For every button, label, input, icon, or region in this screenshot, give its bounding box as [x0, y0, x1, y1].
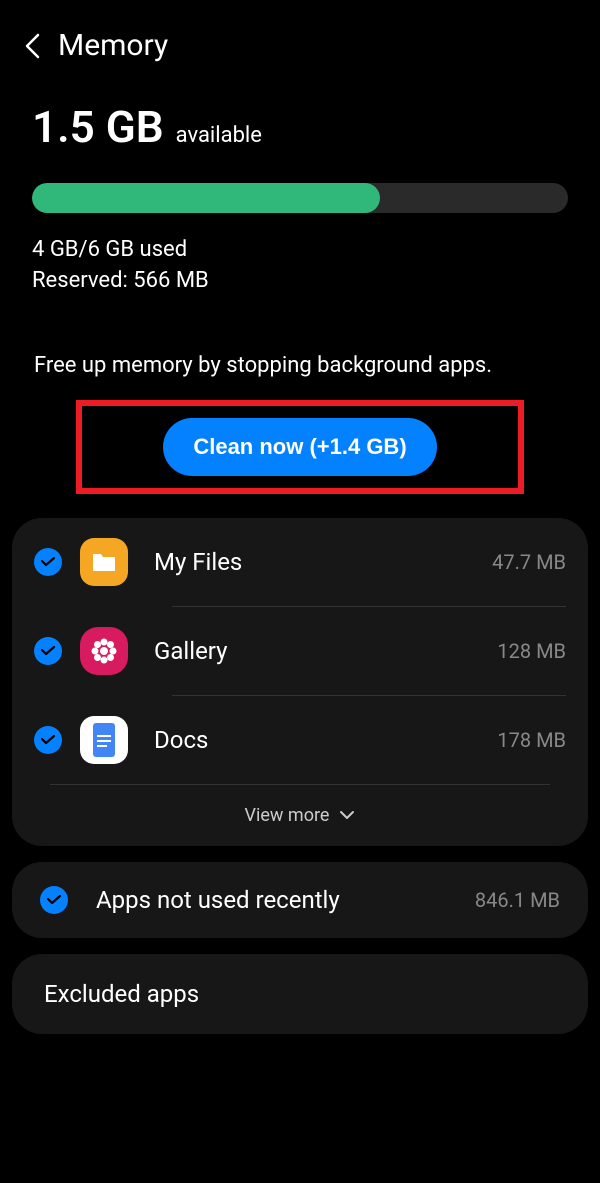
highlighted-clean-button-box: Clean now (+1.4 GB) — [76, 400, 524, 494]
chevron-down-icon — [339, 810, 355, 820]
available-memory: 1.5 GB available — [32, 101, 568, 153]
app-name: Docs — [154, 726, 479, 754]
docs-icon — [80, 716, 128, 764]
app-size: 128 MB — [497, 639, 566, 663]
app-row-my-files[interactable]: My Files 47.7 MB — [12, 518, 588, 606]
usage-text: 4 GB/6 GB used Reserved: 566 MB — [32, 235, 568, 297]
checkbox-checked[interactable] — [34, 726, 62, 754]
app-name: My Files — [154, 548, 474, 576]
apps-not-used-size: 846.1 MB — [475, 888, 560, 912]
hint-text: Free up memory by stopping background ap… — [32, 353, 568, 378]
reserved-line: Reserved: 566 MB — [32, 266, 568, 297]
usage-line: 4 GB/6 GB used — [32, 235, 568, 266]
clean-now-button[interactable]: Clean now (+1.4 GB) — [163, 418, 436, 476]
app-size: 47.7 MB — [492, 550, 566, 574]
app-row-gallery[interactable]: Gallery 128 MB — [12, 607, 588, 695]
memory-progress-bar — [32, 183, 568, 213]
checkbox-checked[interactable] — [34, 637, 62, 665]
checkbox-checked[interactable] — [34, 548, 62, 576]
excluded-apps-card[interactable]: Excluded apps — [12, 954, 588, 1034]
available-size: 1.5 GB — [32, 101, 164, 153]
apps-not-used-label: Apps not used recently — [96, 886, 457, 914]
apps-not-used-card[interactable]: Apps not used recently 846.1 MB — [12, 862, 588, 938]
app-row-docs[interactable]: Docs 178 MB — [12, 696, 588, 784]
app-name: Gallery — [154, 637, 479, 665]
checkbox-checked[interactable] — [40, 886, 68, 914]
page-title: Memory — [58, 28, 168, 63]
my-files-icon — [80, 538, 128, 586]
excluded-apps-label: Excluded apps — [12, 954, 588, 1034]
apps-list-card: My Files 47.7 MB Gallery 128 MB — [12, 518, 588, 846]
app-size: 178 MB — [497, 728, 566, 752]
memory-progress-fill — [32, 183, 380, 213]
view-more-label: View more — [245, 805, 330, 826]
view-more-button[interactable]: View more — [12, 785, 588, 846]
gallery-icon — [80, 627, 128, 675]
available-label: available — [176, 123, 262, 148]
back-icon[interactable] — [22, 36, 42, 56]
